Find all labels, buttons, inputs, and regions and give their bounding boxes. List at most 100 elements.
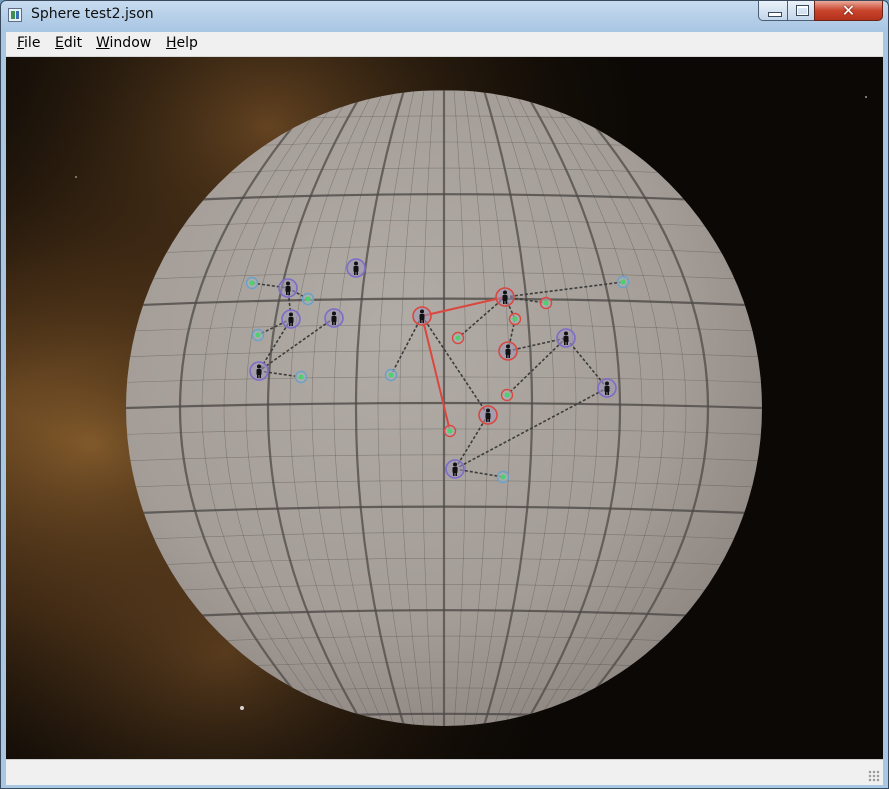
person-icon-body [288, 317, 294, 323]
person-icon-leg [506, 354, 508, 358]
person-icon-leg [257, 374, 259, 378]
person-icon-leg [566, 341, 568, 345]
menu-help-accel: H [166, 35, 177, 51]
selected-group-node[interactable] [539, 296, 553, 310]
person-icon-body [419, 314, 425, 320]
person-icon-body [256, 369, 262, 375]
scene-canvas[interactable] [6, 57, 883, 759]
person-icon-leg [564, 341, 566, 345]
person-icon-leg [605, 391, 607, 395]
person-icon-leg [486, 418, 488, 422]
person-node[interactable] [249, 361, 269, 381]
person-icon-head [503, 290, 507, 295]
person-icon-body [502, 295, 508, 301]
person-icon-body [452, 467, 458, 473]
window-title: Sphere test2.json [31, 6, 154, 22]
group-node[interactable] [384, 368, 398, 382]
person-icon-leg [259, 374, 261, 378]
person-icon-body [563, 336, 569, 342]
person-icon-leg [607, 391, 609, 395]
group-node[interactable] [616, 275, 630, 289]
menu-file[interactable]: File [17, 35, 40, 51]
node-dot [305, 296, 311, 302]
node-dot [500, 474, 506, 480]
selected-group-node[interactable] [451, 331, 465, 345]
person-node[interactable] [556, 328, 576, 348]
person-icon-head [564, 331, 568, 336]
resize-grip[interactable] [868, 770, 880, 782]
node-dot [455, 335, 461, 341]
menu-window[interactable]: Window [96, 35, 151, 51]
maximize-button[interactable] [787, 1, 815, 21]
person-icon-head [354, 261, 358, 266]
selected-person-node[interactable] [478, 405, 498, 425]
node-dot [298, 374, 304, 380]
menu-help[interactable]: Help [166, 35, 198, 51]
status-bar [6, 759, 883, 785]
person-icon-head [257, 364, 261, 369]
person-icon-head [286, 281, 290, 286]
selected-person-node[interactable] [498, 341, 518, 361]
person-icon-leg [422, 319, 424, 323]
person-icon-leg [334, 321, 336, 325]
close-button[interactable]: ✕ [814, 1, 883, 21]
menu-window-accel: W [96, 35, 110, 51]
person-node[interactable] [445, 459, 465, 479]
person-icon-head [486, 408, 490, 413]
node-dot [447, 428, 453, 434]
person-icon-head [506, 344, 510, 349]
node-dot [504, 392, 510, 398]
person-icon-leg [289, 322, 291, 326]
group-node[interactable] [496, 470, 510, 484]
menu-file-accel: F [17, 35, 25, 51]
person-icon-body [485, 413, 491, 419]
minimize-icon [768, 12, 782, 17]
person-icon-body [331, 316, 337, 322]
person-icon-body [285, 286, 291, 292]
minimize-button[interactable] [758, 1, 788, 21]
person-icon-leg [488, 418, 490, 422]
person-node[interactable] [346, 258, 366, 278]
selected-group-node[interactable] [443, 424, 457, 438]
person-node[interactable] [597, 378, 617, 398]
selected-group-node[interactable] [508, 312, 522, 326]
selected-person-node[interactable] [495, 287, 515, 307]
menu-edit-accel: E [55, 35, 64, 51]
node-dot [543, 300, 549, 306]
3d-viewport[interactable] [6, 57, 883, 759]
menu-help-label: elp [176, 35, 198, 51]
group-node[interactable] [294, 370, 308, 384]
menu-file-label: ile [24, 35, 41, 51]
title-bar[interactable]: Sphere test2.json ✕ [1, 1, 888, 31]
star [865, 96, 867, 98]
group-node[interactable] [301, 292, 315, 306]
person-icon-leg [356, 271, 358, 275]
node-dot [249, 280, 255, 286]
menu-window-label: indow [109, 35, 152, 51]
group-node[interactable] [251, 328, 265, 342]
menu-edit-label: dit [63, 35, 83, 51]
person-icon-body [604, 386, 610, 392]
person-node[interactable] [324, 308, 344, 328]
person-icon-body [353, 266, 359, 272]
person-icon-leg [503, 300, 505, 304]
person-icon-head [453, 462, 457, 467]
group-node[interactable] [245, 276, 259, 290]
menu-bar: File Edit Window Help [6, 32, 883, 57]
person-node[interactable] [281, 309, 301, 329]
person-icon-leg [332, 321, 334, 325]
star [240, 706, 244, 710]
person-icon-leg [288, 291, 290, 295]
person-node[interactable] [278, 278, 298, 298]
node-dot [620, 279, 626, 285]
menu-edit[interactable]: Edit [55, 35, 82, 51]
app-icon [8, 8, 22, 22]
person-icon-head [332, 311, 336, 316]
person-icon-leg [354, 271, 356, 275]
person-icon-leg [453, 472, 455, 476]
node-dot [255, 332, 261, 338]
selected-person-node[interactable] [412, 306, 432, 326]
person-icon-body [505, 349, 511, 355]
person-icon-leg [420, 319, 422, 323]
selected-group-node[interactable] [500, 388, 514, 402]
